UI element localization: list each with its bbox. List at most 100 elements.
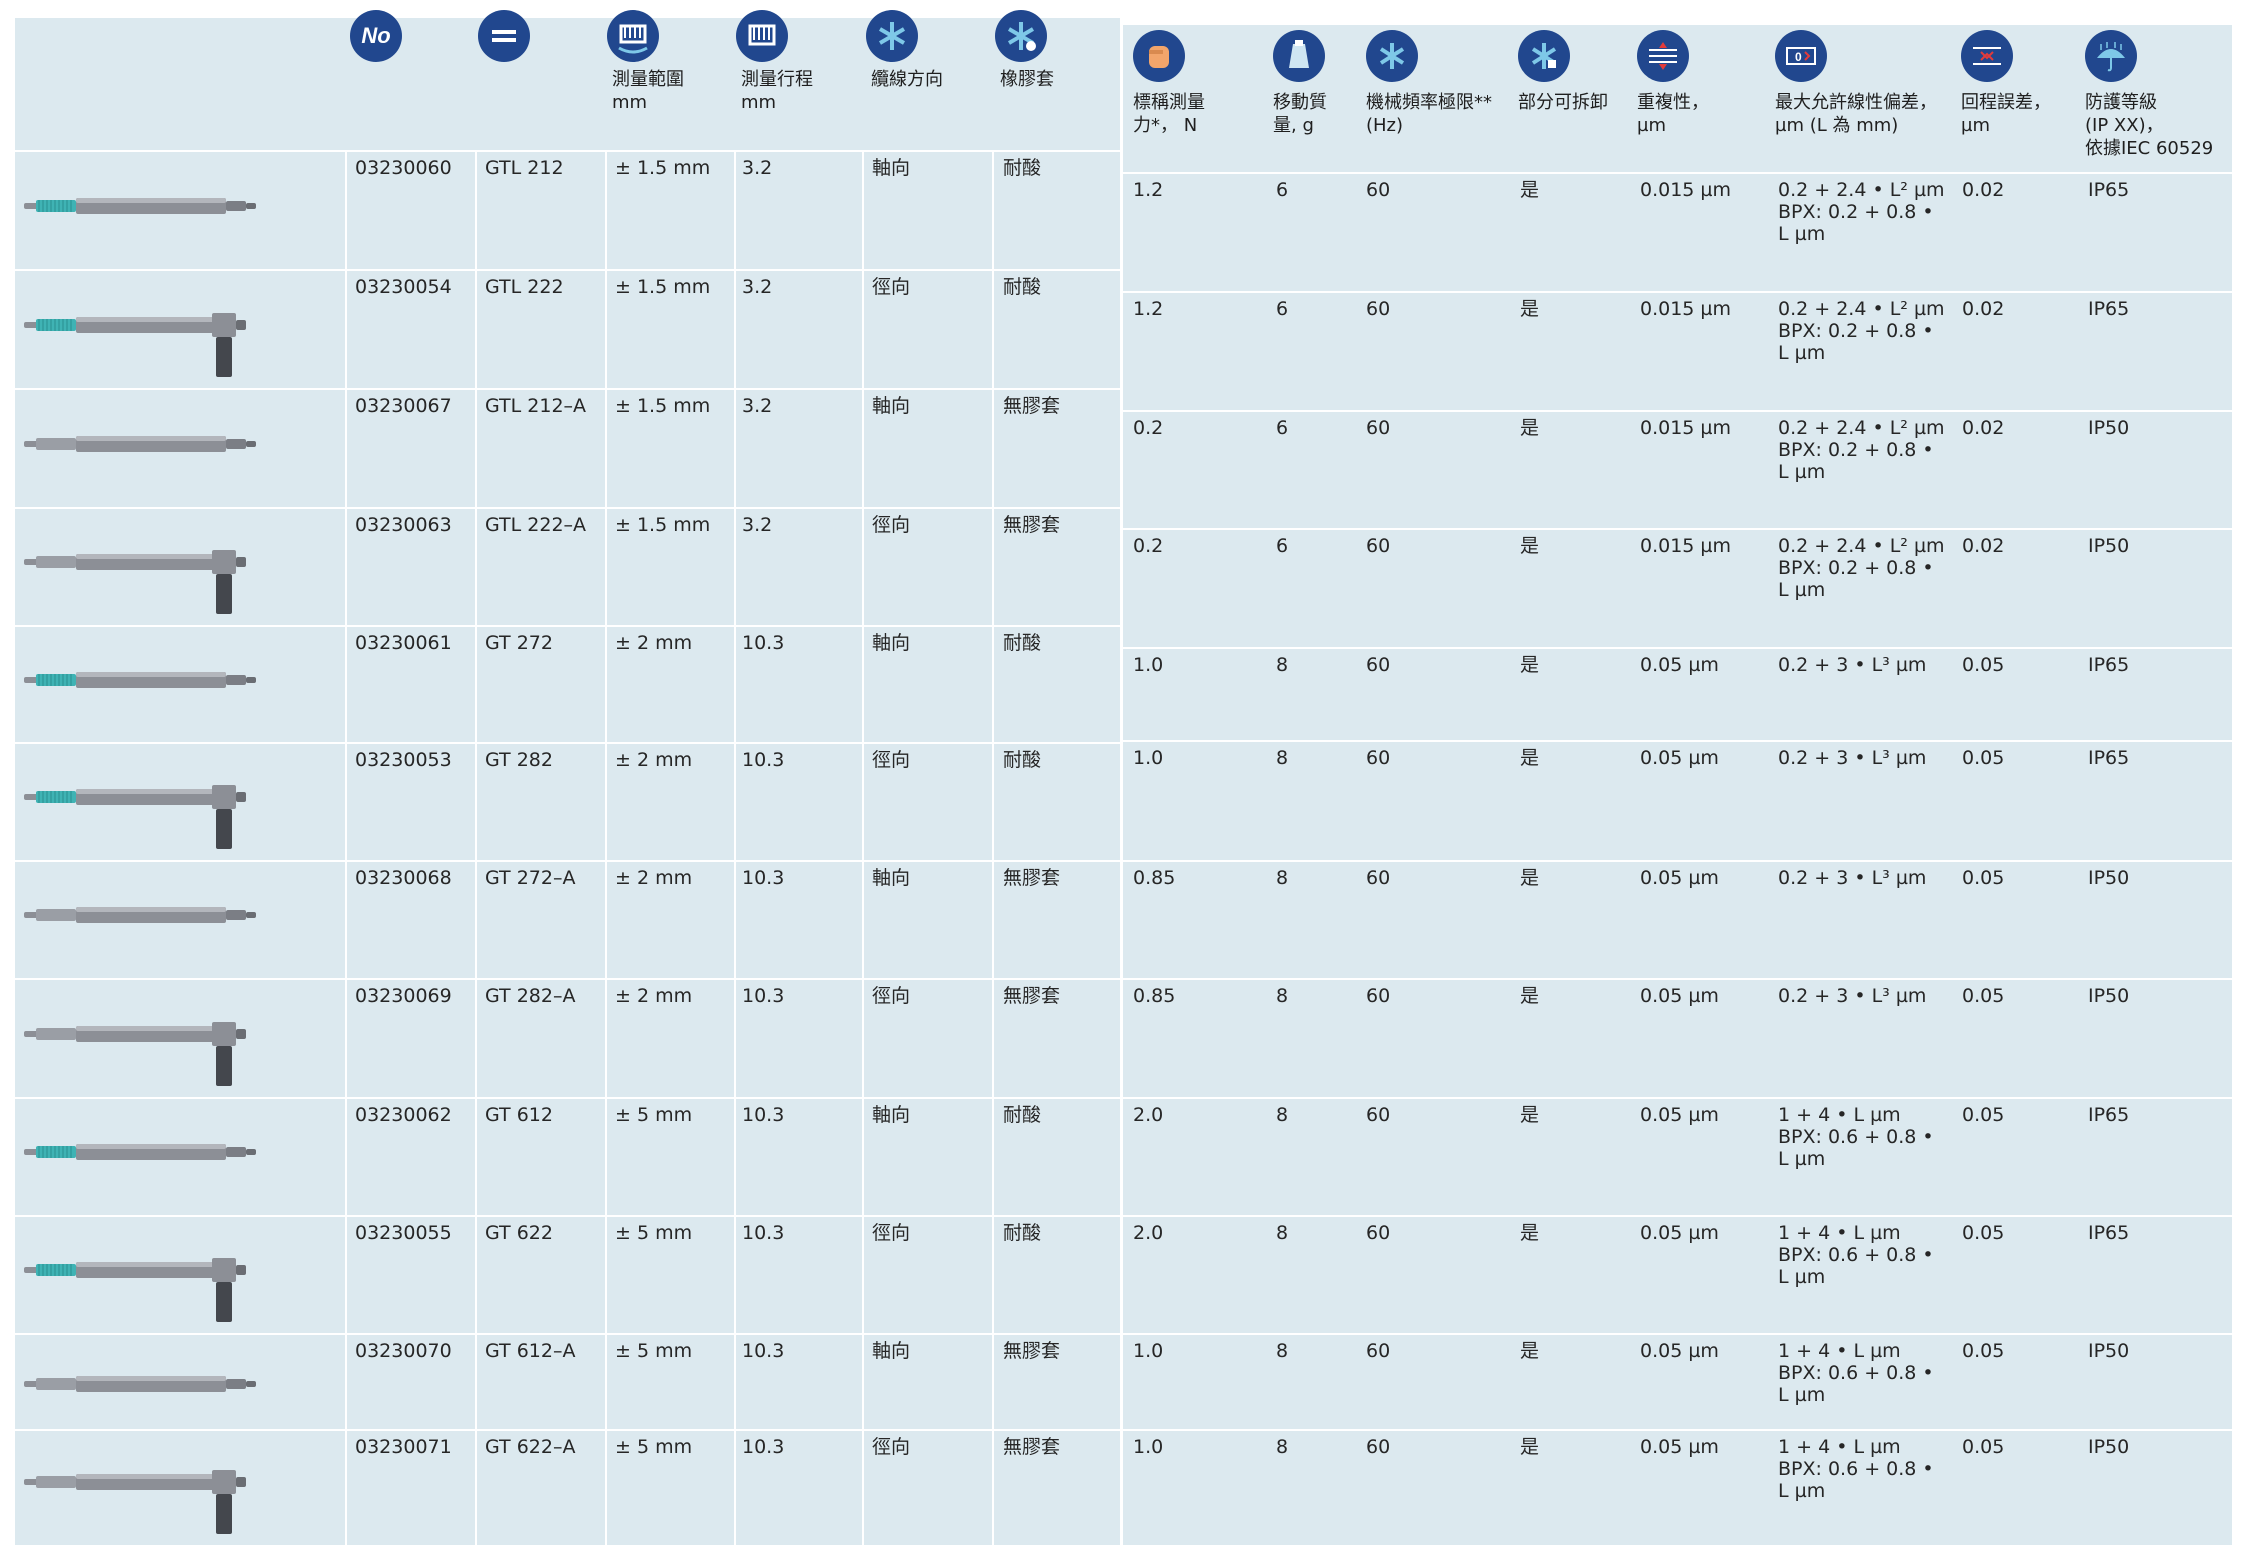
measuring-range: ± 2 mm (615, 632, 693, 654)
header-cable: 纜線方向 (871, 69, 943, 90)
measuring-range: ± 1.5 mm (615, 276, 711, 298)
removable: 是 (1520, 654, 1540, 676)
gaiter-type: 耐酸 (1003, 1104, 1042, 1126)
linearity-deviation: 0.2 + 3 • L³ µm (1778, 654, 1927, 676)
radial-probe-image (24, 1470, 246, 1534)
measuring-force: 1.2 (1133, 298, 1164, 320)
model-name: GTL 212 (485, 157, 564, 179)
cable-direction: 軸向 (872, 1340, 911, 1362)
linearity-icon: 0 (1775, 30, 1827, 82)
column-divider (734, 152, 736, 1545)
protection-class: IP65 (2088, 179, 2130, 201)
protection-class: IP50 (2088, 867, 2130, 889)
row-divider (1122, 528, 2232, 530)
article-number: 03230054 (355, 276, 452, 298)
measuring-force: 2.0 (1133, 1222, 1164, 1244)
measuring-stroke: 10.3 (742, 749, 785, 771)
linearity-deviation: 1 + 4 • L µm BPX: 0.6 + 0.8 • L µm (1778, 1436, 1934, 1502)
article-number: 03230067 (355, 395, 452, 417)
moving-mass: 8 (1276, 1340, 1289, 1362)
measuring-force: 1.0 (1133, 1340, 1164, 1362)
measuring-force: 1.0 (1133, 747, 1164, 769)
cable-icon (866, 10, 918, 62)
article-number: 03230060 (355, 157, 452, 179)
linearity-deviation: 0.2 + 3 • L³ µm (1778, 747, 1927, 769)
force-icon (1133, 30, 1185, 82)
gaiter-type: 無膠套 (1003, 395, 1061, 417)
hysteresis: 0.02 (1962, 179, 2005, 201)
moving-mass: 8 (1276, 1104, 1289, 1126)
axial-probe-image (24, 907, 256, 923)
measuring-force: 2.0 (1133, 1104, 1164, 1126)
radial-probe-image (24, 312, 246, 377)
removable: 是 (1520, 535, 1540, 557)
protection-class: IP65 (2088, 1104, 2130, 1126)
removable: 是 (1520, 1340, 1540, 1362)
hysteresis: 0.05 (1962, 654, 2005, 676)
panel-gap (1120, 18, 1123, 1545)
header-hysteresis: 回程誤差， µm (1961, 92, 2051, 136)
measuring-stroke: 10.3 (742, 985, 785, 1007)
measuring-stroke: 10.3 (742, 1104, 785, 1126)
gaiter-type: 無膠套 (1003, 985, 1061, 1007)
article-number: 03230055 (355, 1222, 452, 1244)
model-name: GT 612–A (485, 1340, 576, 1362)
gaiter-type: 無膠套 (1003, 1340, 1061, 1362)
protection-class: IP65 (2088, 747, 2130, 769)
protection-class: IP50 (2088, 1340, 2130, 1362)
protection-class: IP65 (2088, 654, 2130, 676)
gaiter-type: 無膠套 (1003, 514, 1061, 536)
article-number: 03230053 (355, 749, 452, 771)
measuring-force: 0.85 (1133, 985, 1176, 1007)
hysteresis: 0.05 (1962, 747, 2005, 769)
moving-mass: 8 (1276, 654, 1289, 676)
model-name: GT 282 (485, 749, 553, 771)
measuring-force: 1.2 (1133, 179, 1164, 201)
frequency-limit: 60 (1366, 179, 1391, 201)
gaiter-type: 耐酸 (1003, 157, 1042, 179)
hysteresis: 0.02 (1962, 535, 2005, 557)
cable-direction: 軸向 (872, 867, 911, 889)
model-name: GTL 222–A (485, 514, 587, 536)
header-force: 標稱測量 力*， N (1133, 92, 1205, 136)
row-divider (15, 150, 1120, 152)
row-divider (1122, 1429, 2232, 1431)
column-divider (605, 152, 607, 1545)
row-divider (1122, 172, 2232, 174)
model-name: GT 272 (485, 632, 553, 654)
radial-probe-image (24, 1258, 246, 1322)
frequency-limit: 60 (1366, 417, 1391, 439)
header-removable: 部分可拆卸 (1518, 92, 1608, 113)
header-protection: 防護等級 (IP XX)， 依據IEC 60529 (2085, 92, 2214, 159)
measuring-stroke: 10.3 (742, 1340, 785, 1362)
hysteresis: 0.05 (1962, 867, 2005, 889)
right-table-panel (1122, 25, 2232, 1545)
removable: 是 (1520, 1436, 1540, 1458)
hysteresis: 0.05 (1962, 1340, 2005, 1362)
cable-direction: 軸向 (872, 632, 911, 654)
model-name: GT 622 (485, 1222, 553, 1244)
frequency-limit: 60 (1366, 654, 1391, 676)
gaiter-type: 無膠套 (1003, 867, 1061, 889)
linearity-deviation: 0.2 + 2.4 • L² µm BPX: 0.2 + 0.8 • L µm (1778, 417, 1945, 483)
repeatability: 0.05 µm (1640, 747, 1719, 769)
row-divider (1122, 647, 2232, 649)
repeatability: 0.015 µm (1640, 179, 1732, 201)
cable-direction: 徑向 (872, 276, 911, 298)
removable: 是 (1520, 747, 1540, 769)
cable-direction: 徑向 (872, 1436, 911, 1458)
model-icon (478, 10, 530, 62)
measuring-stroke: 10.3 (742, 1222, 785, 1244)
article-number: 03230063 (355, 514, 452, 536)
removable: 是 (1520, 1222, 1540, 1244)
moving-mass: 6 (1276, 417, 1289, 439)
measuring-force: 0.2 (1133, 417, 1164, 439)
linearity-deviation: 0.2 + 3 • L³ µm (1778, 985, 1927, 1007)
measuring-stroke: 3.2 (742, 276, 773, 298)
range-icon (607, 10, 659, 62)
cable-direction: 徑向 (872, 985, 911, 1007)
column-divider (862, 152, 864, 1545)
measuring-range: ± 1.5 mm (615, 514, 711, 536)
model-name: GT 272–A (485, 867, 576, 889)
measuring-range: ± 1.5 mm (615, 157, 711, 179)
